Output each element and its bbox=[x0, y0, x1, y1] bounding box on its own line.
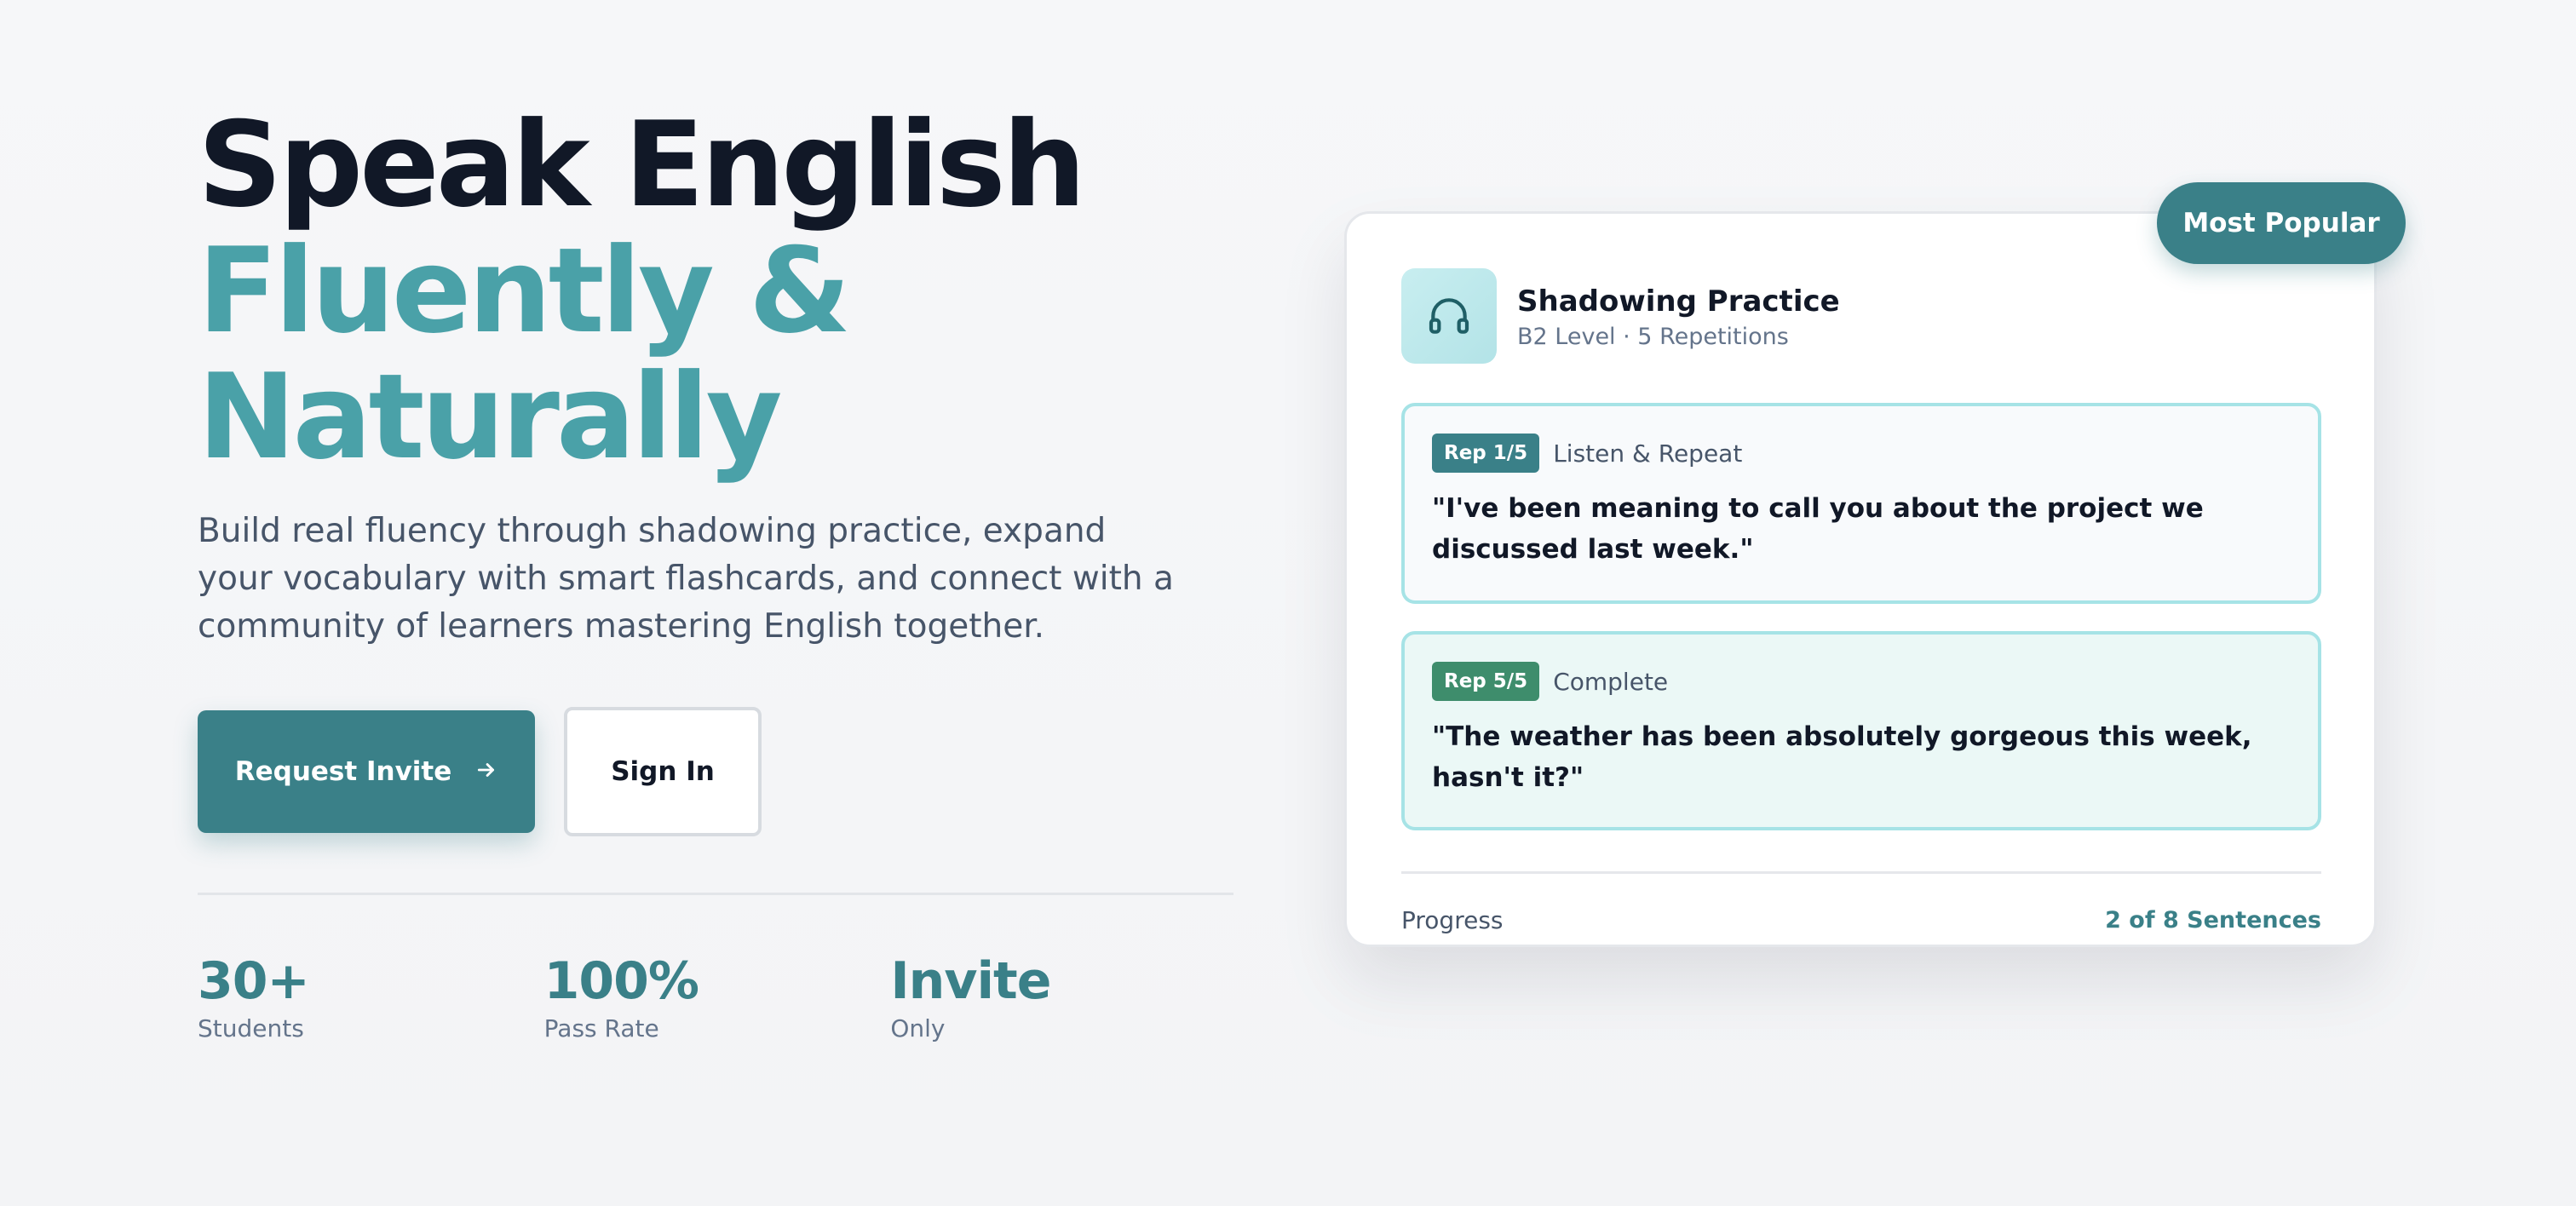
stat-value: Invite bbox=[890, 951, 1051, 1011]
stat-students: 30+ Students bbox=[198, 953, 544, 1042]
rep-item-complete[interactable]: Rep 5/5 Complete "The weather has been a… bbox=[1401, 631, 2321, 830]
rep-status: Complete bbox=[1553, 667, 1669, 696]
card-heading: Shadowing Practice B2 Level · 5 Repetiti… bbox=[1517, 283, 1840, 350]
card-meta: B2 Level · 5 Repetitions bbox=[1517, 323, 1789, 350]
hero-section: Speak English Fluently & Naturally Build… bbox=[198, 102, 1237, 1042]
rep-status: Listen & Repeat bbox=[1553, 439, 1743, 468]
progress-label: Progress bbox=[1401, 906, 1504, 934]
rep-badge: Rep 5/5 bbox=[1432, 662, 1540, 701]
headline-line-2: Fluently & bbox=[198, 222, 851, 359]
headline-line-1: Speak English bbox=[198, 96, 1086, 233]
cta-row: Request Invite Sign In bbox=[198, 707, 1237, 836]
rep-item[interactable]: Rep 1/5 Listen & Repeat "I've been meani… bbox=[1401, 403, 2321, 604]
stat-value: 30+ bbox=[198, 951, 310, 1011]
stat-label: Students bbox=[198, 1014, 304, 1042]
sign-in-button[interactable]: Sign In bbox=[564, 707, 762, 836]
progress-value: 2 of 8 Sentences bbox=[2105, 907, 2321, 933]
hero-divider bbox=[198, 893, 1233, 895]
request-invite-label: Request Invite bbox=[234, 756, 452, 787]
rep-quote: "The weather has been absolutely gorgeou… bbox=[1432, 721, 2252, 793]
sign-in-label: Sign In bbox=[611, 756, 715, 787]
hero-subtitle: Build real fluency through shadowing pra… bbox=[198, 512, 1174, 646]
card-divider bbox=[1401, 871, 2321, 874]
stat-pass-rate: 100% Pass Rate bbox=[544, 953, 891, 1042]
arrow-right-icon bbox=[475, 755, 497, 788]
stat-value: 100% bbox=[543, 951, 699, 1011]
rep-badge: Rep 1/5 bbox=[1432, 434, 1540, 473]
stat-label: Pass Rate bbox=[543, 1014, 659, 1042]
progress-row: Progress 2 of 8 Sentences bbox=[1401, 906, 2321, 934]
headphones-icon bbox=[1401, 268, 1497, 364]
stat-invite-only: Invite Only bbox=[890, 953, 1237, 1042]
headline-line-3: Naturally bbox=[198, 348, 783, 485]
most-popular-badge: Most Popular bbox=[2157, 182, 2406, 264]
rep-header: Rep 5/5 Complete bbox=[1432, 662, 2291, 701]
stat-label: Only bbox=[890, 1014, 946, 1042]
card-title: Shadowing Practice bbox=[1517, 284, 1840, 319]
card-header: Shadowing Practice B2 Level · 5 Repetiti… bbox=[1401, 268, 2320, 364]
request-invite-button[interactable]: Request Invite bbox=[198, 710, 535, 833]
rep-quote: "I've been meaning to call you about the… bbox=[1432, 493, 2204, 565]
stats-row: 30+ Students 100% Pass Rate Invite Only bbox=[198, 953, 1237, 1042]
shadowing-practice-card[interactable]: Shadowing Practice B2 Level · 5 Repetiti… bbox=[1344, 211, 2377, 947]
rep-header: Rep 1/5 Listen & Repeat bbox=[1432, 434, 2291, 473]
hero-headline: Speak English Fluently & Naturally bbox=[198, 102, 1237, 480]
